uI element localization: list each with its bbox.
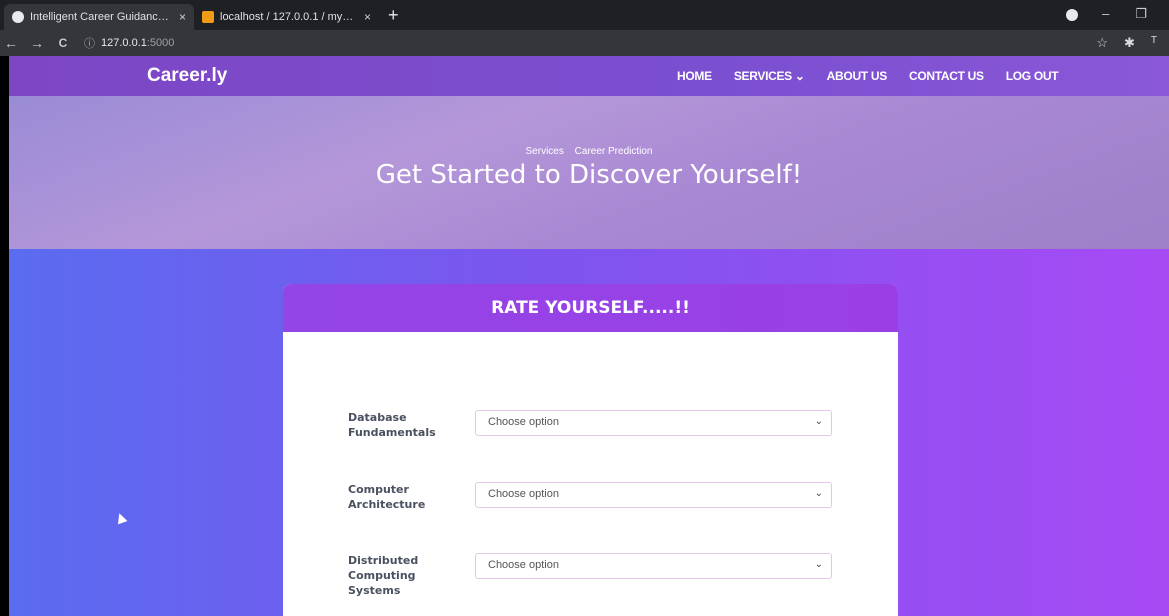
window-controls: – ❐ (1102, 6, 1147, 22)
computer-architecture-select[interactable]: Choose option ⌄ (475, 482, 832, 508)
browser-tab-career[interactable]: Intelligent Career Guidance Syst × (4, 4, 194, 30)
breadcrumb: Services Career Prediction (9, 146, 1169, 157)
select-value: Choose option (488, 488, 559, 500)
brand-logo[interactable]: Career.ly (147, 65, 227, 87)
tab-title: localhost / 127.0.0.1 / my_db / u (220, 11, 354, 23)
select-value: Choose option (488, 416, 559, 428)
mouse-cursor-icon (114, 511, 128, 525)
breadcrumb-career-prediction: Career Prediction (574, 146, 653, 157)
page-title: Get Started to Discover Yourself! (375, 160, 803, 190)
reload-icon[interactable]: C (54, 36, 72, 50)
breadcrumb-services[interactable]: Services (526, 146, 564, 157)
star-icon[interactable]: ☆ (1096, 35, 1108, 51)
field-label: Computer Architecture (348, 483, 426, 511)
info-icon[interactable]: ⓘ (84, 35, 95, 51)
browser-tab-bar: Intelligent Career Guidance Syst × local… (0, 0, 1169, 30)
forward-icon[interactable]: → (28, 35, 46, 51)
profile-avatar[interactable]: T (1151, 35, 1157, 51)
extension-area: ☆ ✱ T (1096, 35, 1157, 51)
profile-icon[interactable] (1066, 9, 1078, 21)
tab-close-icon[interactable]: × (364, 10, 371, 24)
puzzle-icon[interactable]: ✱ (1124, 35, 1135, 51)
back-icon[interactable]: ← (2, 35, 20, 51)
nav-contact[interactable]: CONTACT US (909, 69, 984, 83)
globe-icon (12, 11, 24, 23)
nav-services[interactable]: SERVICES ⌄ (734, 69, 805, 83)
chevron-down-icon: ⌄ (814, 488, 823, 499)
rating-form-card: RATE YOURSELF.....!! Database Fundamenta… (283, 284, 898, 616)
web-page: Career.ly HOME SERVICES ⌄ ABOUT US CONTA… (9, 56, 1169, 616)
database-fundamentals-select[interactable]: Choose option ⌄ (475, 410, 832, 436)
phpmyadmin-icon (202, 11, 214, 23)
url-field[interactable]: ⓘ 127.0.0.1:5000 (84, 35, 174, 51)
hero-banner: Services Career Prediction Get Started t… (9, 96, 1169, 249)
new-tab-button[interactable]: + (388, 6, 399, 24)
nav-menu: HOME SERVICES ⌄ ABOUT US CONTACT US LOG … (677, 69, 1059, 83)
chevron-down-icon: ⌄ (814, 559, 823, 570)
site-navbar: Career.ly HOME SERVICES ⌄ ABOUT US CONTA… (9, 56, 1169, 96)
select-value: Choose option (488, 559, 559, 571)
nav-about[interactable]: ABOUT US (827, 69, 888, 83)
browser-tab-phpmyadmin[interactable]: localhost / 127.0.0.1 / my_db / u × (194, 4, 379, 30)
address-bar: ← → C ⓘ 127.0.0.1:5000 ☆ ✱ T (0, 30, 1169, 56)
minimize-icon[interactable]: – (1102, 6, 1109, 22)
distributed-computing-select[interactable]: Choose option ⌄ (475, 553, 832, 579)
nav-home[interactable]: HOME (677, 69, 712, 83)
form-header: RATE YOURSELF.....!! (283, 284, 898, 332)
restore-icon[interactable]: ❐ (1135, 6, 1147, 22)
chevron-down-icon: ⌄ (814, 416, 823, 427)
tab-title: Intelligent Career Guidance Syst (30, 11, 169, 23)
tab-close-icon[interactable]: × (179, 10, 186, 24)
field-label: Database Fundamentals (348, 411, 436, 439)
nav-logout[interactable]: LOG OUT (1006, 69, 1059, 83)
field-label: Distributed Computing Systems (348, 554, 419, 597)
url-host: 127.0.0.1:5000 (101, 37, 175, 49)
